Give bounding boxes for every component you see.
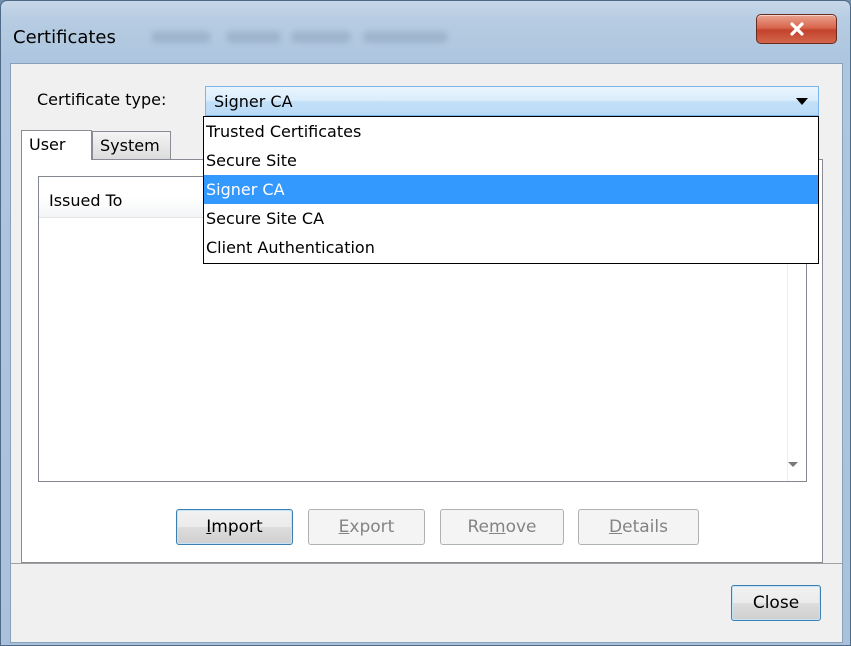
title-blur: [363, 31, 448, 43]
certificate-type-label: Certificate type:: [37, 90, 167, 109]
dropdown-option-secure-site[interactable]: Secure Site: [204, 146, 818, 175]
import-button[interactable]: Import: [176, 509, 293, 545]
certificate-type-combobox[interactable]: Signer CA: [205, 86, 819, 116]
dropdown-option-signer-ca[interactable]: Signer CA: [204, 175, 818, 204]
close-button[interactable]: Close: [731, 585, 821, 621]
close-x-icon: [789, 22, 804, 36]
tab-system-label: System: [100, 136, 160, 155]
dropdown-option-client-authentication[interactable]: Client Authentication: [204, 233, 818, 262]
title-blur: [226, 31, 281, 43]
dropdown-option-trusted-certificates[interactable]: Trusted Certificates: [204, 117, 818, 146]
title-blur: [291, 31, 351, 43]
tab-user-label: User: [29, 135, 66, 154]
chevron-down-icon[interactable]: [796, 98, 808, 105]
close-window-button[interactable]: [756, 14, 837, 44]
tab-system[interactable]: System: [92, 131, 171, 159]
footer-divider: [11, 563, 842, 564]
scroll-down-arrow-icon[interactable]: [788, 462, 798, 467]
details-button-label: Details: [609, 517, 668, 537]
import-button-label: Import: [206, 517, 263, 537]
tab-user[interactable]: User: [21, 130, 92, 160]
export-button[interactable]: Export: [308, 509, 425, 545]
remove-button-label: Remove: [467, 517, 537, 537]
title-bar[interactable]: Certificates: [1, 1, 850, 63]
certificates-window: Certificates Certificate type: Signer CA…: [0, 0, 851, 646]
window-title: Certificates: [13, 27, 116, 48]
dropdown-option-secure-site-ca[interactable]: Secure Site CA: [204, 204, 818, 233]
title-blur: [151, 31, 211, 43]
details-button[interactable]: Details: [578, 509, 699, 545]
certificate-type-dropdown-list: Trusted Certificates Secure Site Signer …: [203, 116, 819, 264]
remove-button[interactable]: Remove: [440, 509, 564, 545]
export-button-label: Export: [338, 517, 395, 537]
certificate-type-value: Signer CA: [214, 92, 293, 111]
column-header-issued-to[interactable]: Issued To: [49, 191, 122, 210]
